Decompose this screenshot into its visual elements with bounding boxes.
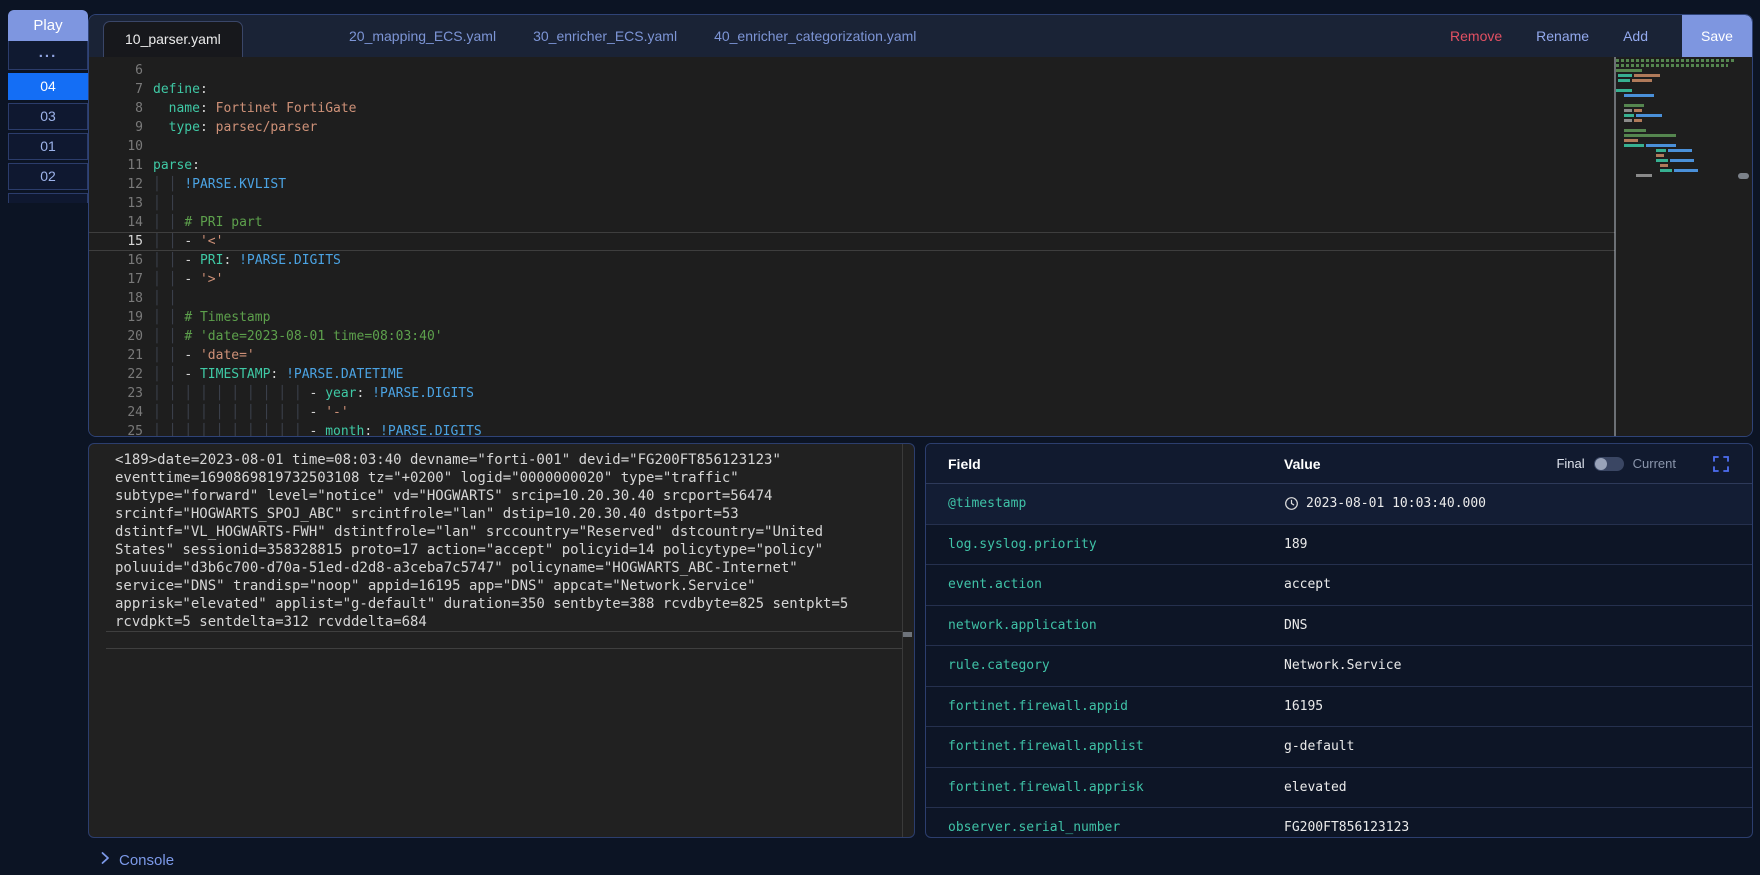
field-name: log.syslog.priority <box>948 536 1097 552</box>
value-column-header: Value <box>1284 455 1321 472</box>
code-line-20: 20 │ │ # 'date=2023-08-01 time=08:03:40' <box>127 329 443 344</box>
code-line-11: 11 parse: <box>127 158 200 173</box>
field-row-fortinet.firewall.applist: fortinet.firewall.applist g-default <box>926 727 1752 768</box>
inactive-tabs: 20_mapping_ECS.yaml 30_enricher_ECS.yaml 4… <box>349 15 916 57</box>
code-editor[interactable]: 6 7 define: 8 name: Fortinet FortiGate 9 typ… <box>89 57 1752 436</box>
clock-icon <box>1284 496 1299 511</box>
play-button[interactable]: Play <box>8 10 88 41</box>
log-input-panel: <189>date=2023-08-01 time=08:03:40 devna… <box>88 443 915 838</box>
expand-icon[interactable] <box>1712 455 1730 473</box>
log-cursor-line <box>106 631 902 649</box>
field-value: g-default <box>1284 739 1355 755</box>
tab-40-enricher-categorization-yaml[interactable]: 40_enricher_categorization.yaml <box>714 28 916 44</box>
field-value: Network.Service <box>1284 658 1402 674</box>
raw-log-input[interactable]: <189>date=2023-08-01 time=08:03:40 devna… <box>115 451 874 631</box>
field-value: 189 <box>1284 536 1308 552</box>
sample-item-04[interactable]: 04 <box>8 73 88 100</box>
field-value: DNS <box>1284 617 1308 633</box>
toggle-knob <box>1594 457 1607 470</box>
code-line-23: 23 │ │ │ │ │ │ │ │ │ │ - year: !PARSE.DIG… <box>127 386 474 401</box>
code-line-6: 6 <box>135 63 143 78</box>
final-current-toggle[interactable] <box>1593 456 1624 471</box>
code-line-13: 13 │ │ <box>127 196 185 211</box>
field-value: 16195 <box>1284 698 1324 714</box>
field-name: observer.serial_number <box>948 820 1121 836</box>
log-scrollbar-thumb[interactable] <box>903 632 912 637</box>
sample-item-03[interactable]: 03 <box>8 103 88 130</box>
log-scrollbar-track <box>902 444 903 837</box>
field-name: event.action <box>948 577 1042 593</box>
field-row-@timestamp: @timestamp 2023-08-01 10:03:40.000 <box>926 484 1752 525</box>
code-line-15: 15 │ │ - '<' <box>89 232 1615 251</box>
add-button[interactable]: Add <box>1623 28 1648 44</box>
file-actions: Remove Rename Add Save <box>1450 15 1752 57</box>
sidebar-more-button[interactable]: ... <box>8 41 88 70</box>
editor-scrollbar-thumb[interactable] <box>1738 173 1749 179</box>
chevron-right-icon <box>100 851 110 870</box>
console-bar[interactable]: Console <box>100 847 174 873</box>
code-line-14: 14 │ │ # PRI part <box>127 215 263 230</box>
field-row-fortinet.firewall.appid: fortinet.firewall.appid 16195 <box>926 687 1752 727</box>
code-line-7: 7 define: <box>135 82 208 97</box>
sample-item-02[interactable]: 02 <box>8 163 88 190</box>
sample-item-stub <box>8 193 88 203</box>
field-name: rule.category <box>948 658 1050 674</box>
field-name: fortinet.firewall.applist <box>948 739 1144 755</box>
save-button[interactable]: Save <box>1682 15 1752 57</box>
field-row-log.syslog.priority: log.syslog.priority 189 <box>926 525 1752 565</box>
code-line-24: 24 │ │ │ │ │ │ │ │ │ │ - '-' <box>127 405 349 420</box>
app: Play ... 04 03 01 02 10_parser.yaml 20_mapp… <box>0 0 1760 875</box>
field-row-fortinet.firewall.apprisk: fortinet.firewall.apprisk elevated <box>926 768 1752 808</box>
current-label: Current <box>1632 456 1676 471</box>
fields-header: Field Value Final Current <box>926 444 1752 484</box>
code-line-19: 19 │ │ # Timestamp <box>127 310 271 325</box>
field-name: fortinet.firewall.apprisk <box>948 779 1144 795</box>
sample-list: 04 03 01 02 <box>8 73 88 190</box>
console-label: Console <box>119 851 175 869</box>
code-line-21: 21 │ │ - 'date=' <box>127 348 255 363</box>
code-line-9: 9 type: parsec/parser <box>135 120 318 135</box>
fields-table: @timestamp 2023-08-01 10:03:40.000 log.sys… <box>926 484 1752 837</box>
field-row-event.action: event.action accept <box>926 565 1752 606</box>
code-lines: 6 7 define: 8 name: Fortinet FortiGate 9 typ… <box>89 57 1615 436</box>
field-value: elevated <box>1284 779 1347 795</box>
field-value: FG200FT856123123 <box>1284 820 1410 836</box>
ellipsis-icon: ... <box>38 44 58 61</box>
run-sidebar: Play ... 04 03 01 02 <box>8 10 88 203</box>
code-line-12: 12 │ │ !PARSE.KVLIST <box>127 177 287 192</box>
fields-panel: Field Value Final Current @timestamp 2023… <box>925 443 1753 838</box>
editor-panel: 10_parser.yaml 20_mapping_ECS.yaml 30_enr… <box>88 14 1753 437</box>
field-name: network.application <box>948 617 1097 633</box>
field-row-rule.category: rule.category Network.Service <box>926 646 1752 687</box>
fields-controls: Final Current <box>1556 455 1730 473</box>
field-row-observer.serial_number: observer.serial_number FG200FT856123123 <box>926 808 1752 837</box>
tab-20-mapping-ecs-yaml[interactable]: 20_mapping_ECS.yaml <box>349 28 496 44</box>
tab-30-enricher-ecs-yaml[interactable]: 30_enricher_ECS.yaml <box>533 28 677 44</box>
file-tabbar: 10_parser.yaml 20_mapping_ECS.yaml 30_enr… <box>89 15 1752 58</box>
field-name: @timestamp <box>948 496 1027 512</box>
field-row-network.application: network.application DNS <box>926 606 1752 646</box>
field-value: accept <box>1284 577 1331 593</box>
code-line-10: 10 <box>127 139 143 154</box>
code-line-8: 8 name: Fortinet FortiGate <box>135 101 357 116</box>
field-name: fortinet.firewall.appid <box>948 698 1129 714</box>
remove-button[interactable]: Remove <box>1450 28 1502 44</box>
tab-active-file[interactable]: 10_parser.yaml <box>103 21 243 58</box>
code-line-17: 17 │ │ - '>' <box>127 272 224 287</box>
final-label: Final <box>1556 456 1585 471</box>
rename-button[interactable]: Rename <box>1536 28 1589 44</box>
field-column-header: Field <box>948 455 981 472</box>
code-line-18: 18 │ │ <box>127 291 185 306</box>
sample-item-01[interactable]: 01 <box>8 133 88 160</box>
field-value: 2023-08-01 10:03:40.000 <box>1284 496 1752 511</box>
code-line-16: 16 │ │ - PRI: !PARSE.DIGITS <box>127 253 341 268</box>
code-line-25: 25 │ │ │ │ │ │ │ │ │ │ - month: !PARSE.DI… <box>127 424 482 436</box>
minimap[interactable] <box>1616 59 1736 436</box>
code-line-22: 22 │ │ - TIMESTAMP: !PARSE.DATETIME <box>127 367 404 382</box>
